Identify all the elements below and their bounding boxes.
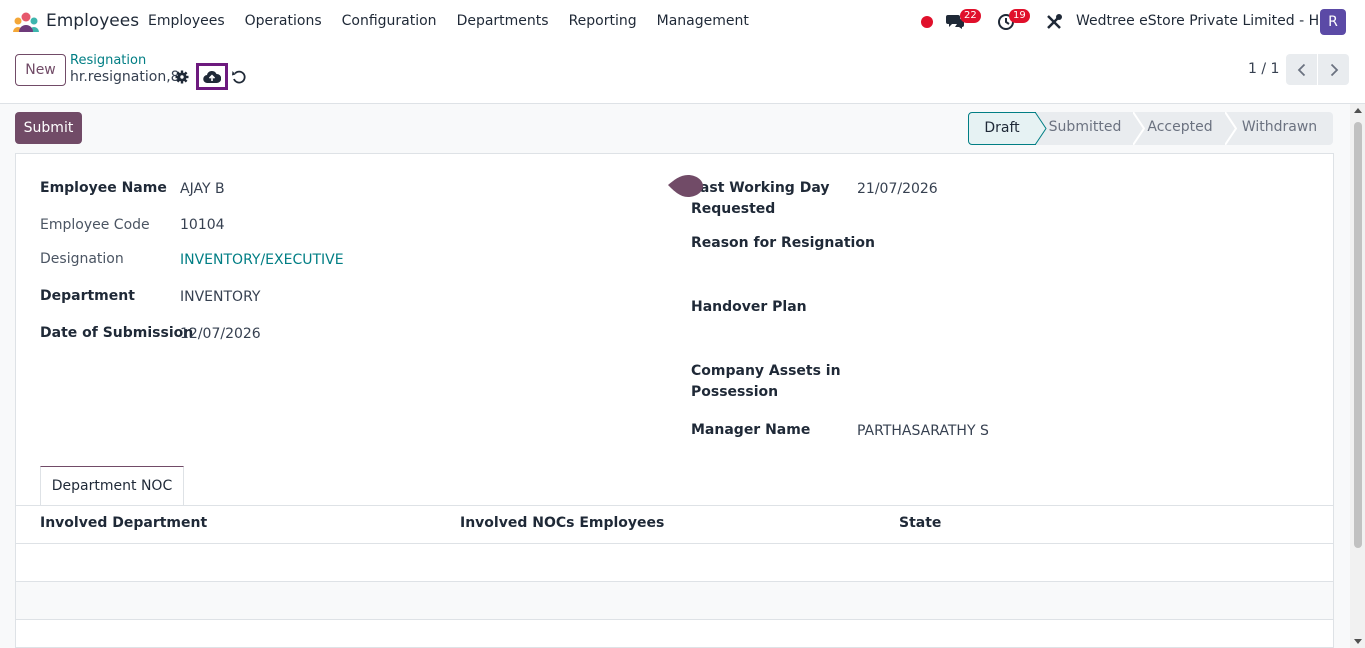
company-switcher[interactable]: Wedtree eStore Private Limited - HO: [1076, 13, 1330, 29]
manager-name-field[interactable]: PARTHASARATHY S: [857, 421, 989, 442]
column-involved-nocs-employees[interactable]: Involved NOCs Employees: [460, 515, 664, 531]
manager-name-label: Manager Name: [691, 422, 811, 438]
last-working-day-label-line1: Last Working Day: [691, 180, 830, 196]
pager-value[interactable]: 1 / 1: [1248, 61, 1279, 77]
stage-arrow: [1133, 112, 1145, 145]
company-assets-label-line2: Possession: [691, 384, 779, 400]
breadcrumb-parent[interactable]: Resignation: [70, 53, 146, 68]
handover-plan-label: Handover Plan: [691, 299, 807, 315]
scroll-down-icon[interactable]: [1354, 639, 1362, 644]
stage-submitted[interactable]: Submitted: [1036, 112, 1134, 145]
user-avatar[interactable]: R: [1320, 9, 1346, 35]
tools-icon[interactable]: [1045, 13, 1063, 31]
pager-previous-button[interactable]: [1286, 54, 1317, 85]
save-button[interactable]: [196, 63, 228, 90]
menu-reporting[interactable]: Reporting: [559, 13, 647, 29]
table-row: [16, 582, 1333, 620]
designation-field[interactable]: INVENTORY/EXECUTIVE: [180, 250, 344, 271]
stage-withdrawn[interactable]: Withdrawn: [1226, 112, 1333, 145]
submit-button[interactable]: Submit: [15, 112, 82, 144]
stage-draft[interactable]: Draft: [968, 112, 1036, 145]
employee-name-field[interactable]: AJAY B: [180, 179, 225, 200]
activity-count-badge: 19: [1009, 9, 1030, 23]
designation-label: Designation: [40, 251, 124, 267]
menu-configuration[interactable]: Configuration: [332, 13, 447, 29]
reason-label: Reason for Resignation: [691, 235, 875, 251]
gear-icon[interactable]: [175, 70, 189, 84]
stage-arrow: [1225, 112, 1237, 145]
menu-operations[interactable]: Operations: [235, 13, 332, 29]
discard-icon[interactable]: [231, 69, 247, 85]
employee-code-field[interactable]: 10104: [180, 215, 225, 236]
pointer-cursor-icon: [668, 175, 703, 197]
breadcrumb-current: hr.resignation,8: [70, 69, 180, 85]
stage-accepted[interactable]: Accepted: [1134, 112, 1226, 145]
noc-table-header: Involved Department Involved NOCs Employ…: [16, 506, 1333, 544]
employee-code-label: Employee Code: [40, 217, 150, 233]
submission-date-field[interactable]: 12/07/2026: [180, 324, 261, 345]
menu-management[interactable]: Management: [647, 13, 759, 29]
stage-arrow: [1035, 112, 1047, 145]
scrollbar-thumb[interactable]: [1354, 122, 1362, 548]
column-involved-department[interactable]: Involved Department: [40, 515, 207, 531]
column-state[interactable]: State: [899, 515, 941, 531]
department-field[interactable]: INVENTORY: [180, 287, 260, 308]
pager-next-button[interactable]: [1318, 54, 1349, 85]
nav-menu: Employees Operations Configuration Depar…: [138, 13, 759, 29]
page-scrollbar[interactable]: [1350, 104, 1365, 648]
tab-department-noc[interactable]: Department NOC: [40, 466, 184, 506]
scroll-up-icon[interactable]: [1354, 108, 1362, 113]
top-navbar: Employees Employees Operations Configura…: [0, 0, 1365, 44]
cloud-upload-icon: [203, 70, 221, 83]
app-logo-icon[interactable]: [12, 11, 40, 33]
app-title[interactable]: Employees: [46, 11, 139, 31]
new-button[interactable]: New: [15, 54, 66, 86]
table-row: [16, 620, 1333, 648]
menu-employees[interactable]: Employees: [138, 13, 235, 29]
table-row: [16, 544, 1333, 582]
last-working-day-label-line2: Requested: [691, 201, 776, 217]
chat-count-badge: 22: [960, 9, 981, 23]
last-working-day-field[interactable]: 21/07/2026: [857, 179, 938, 200]
recording-dot-icon[interactable]: [921, 16, 933, 28]
chevron-left-icon: [1297, 63, 1305, 76]
company-assets-label-line1: Company Assets in: [691, 363, 841, 379]
menu-departments[interactable]: Departments: [447, 13, 559, 29]
employee-name-label: Employee Name: [40, 180, 167, 196]
chevron-right-icon: [1330, 63, 1338, 76]
submission-date-label: Date of Submission: [40, 325, 194, 341]
department-label: Department: [40, 288, 135, 304]
status-bar: Draft Submitted Accepted Withdrawn: [968, 112, 1333, 145]
